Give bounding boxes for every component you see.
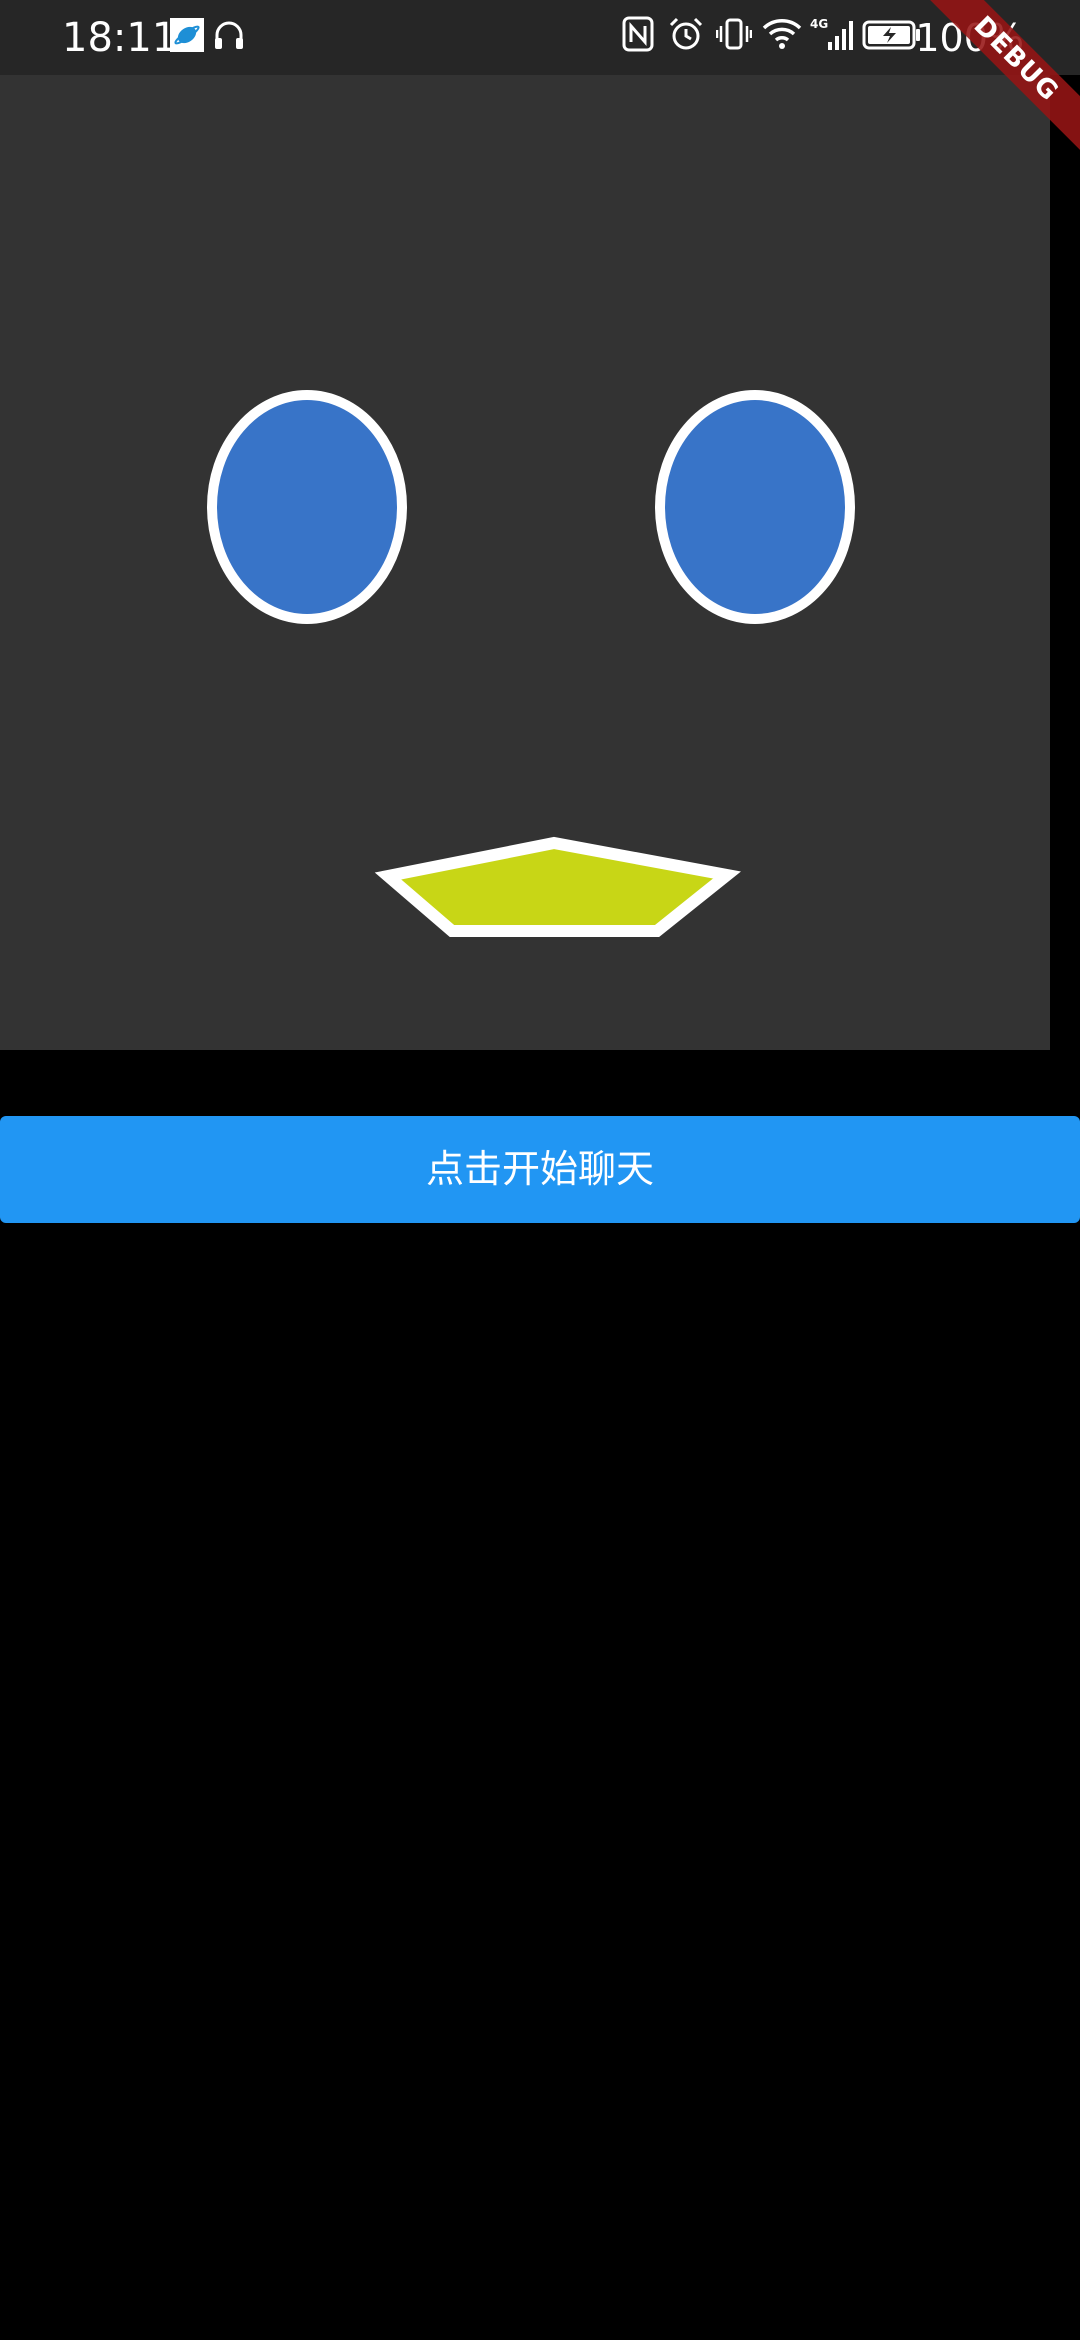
robot-face bbox=[207, 390, 855, 937]
battery-charging-icon bbox=[862, 16, 922, 56]
left-eye bbox=[207, 390, 407, 624]
battery-percent: 100% bbox=[915, 16, 1024, 60]
network-type-label: 4G bbox=[810, 17, 828, 31]
vibrate-icon bbox=[715, 16, 753, 56]
right-eye bbox=[655, 390, 855, 624]
mouth bbox=[374, 836, 741, 937]
signal-4g-icon: 4G bbox=[810, 16, 856, 56]
wifi-icon bbox=[762, 16, 802, 56]
alarm-icon bbox=[668, 16, 704, 56]
headphones-icon bbox=[212, 18, 246, 56]
robot-face-canvas bbox=[0, 75, 1050, 1050]
status-time: 18:11 bbox=[62, 15, 178, 61]
start-chat-button[interactable]: 点击开始聊天 bbox=[0, 1116, 1080, 1223]
app-notification-icon bbox=[170, 18, 204, 56]
nfc-icon bbox=[622, 16, 654, 56]
status-bar: 18:11 4G 100% bbox=[0, 0, 1080, 75]
